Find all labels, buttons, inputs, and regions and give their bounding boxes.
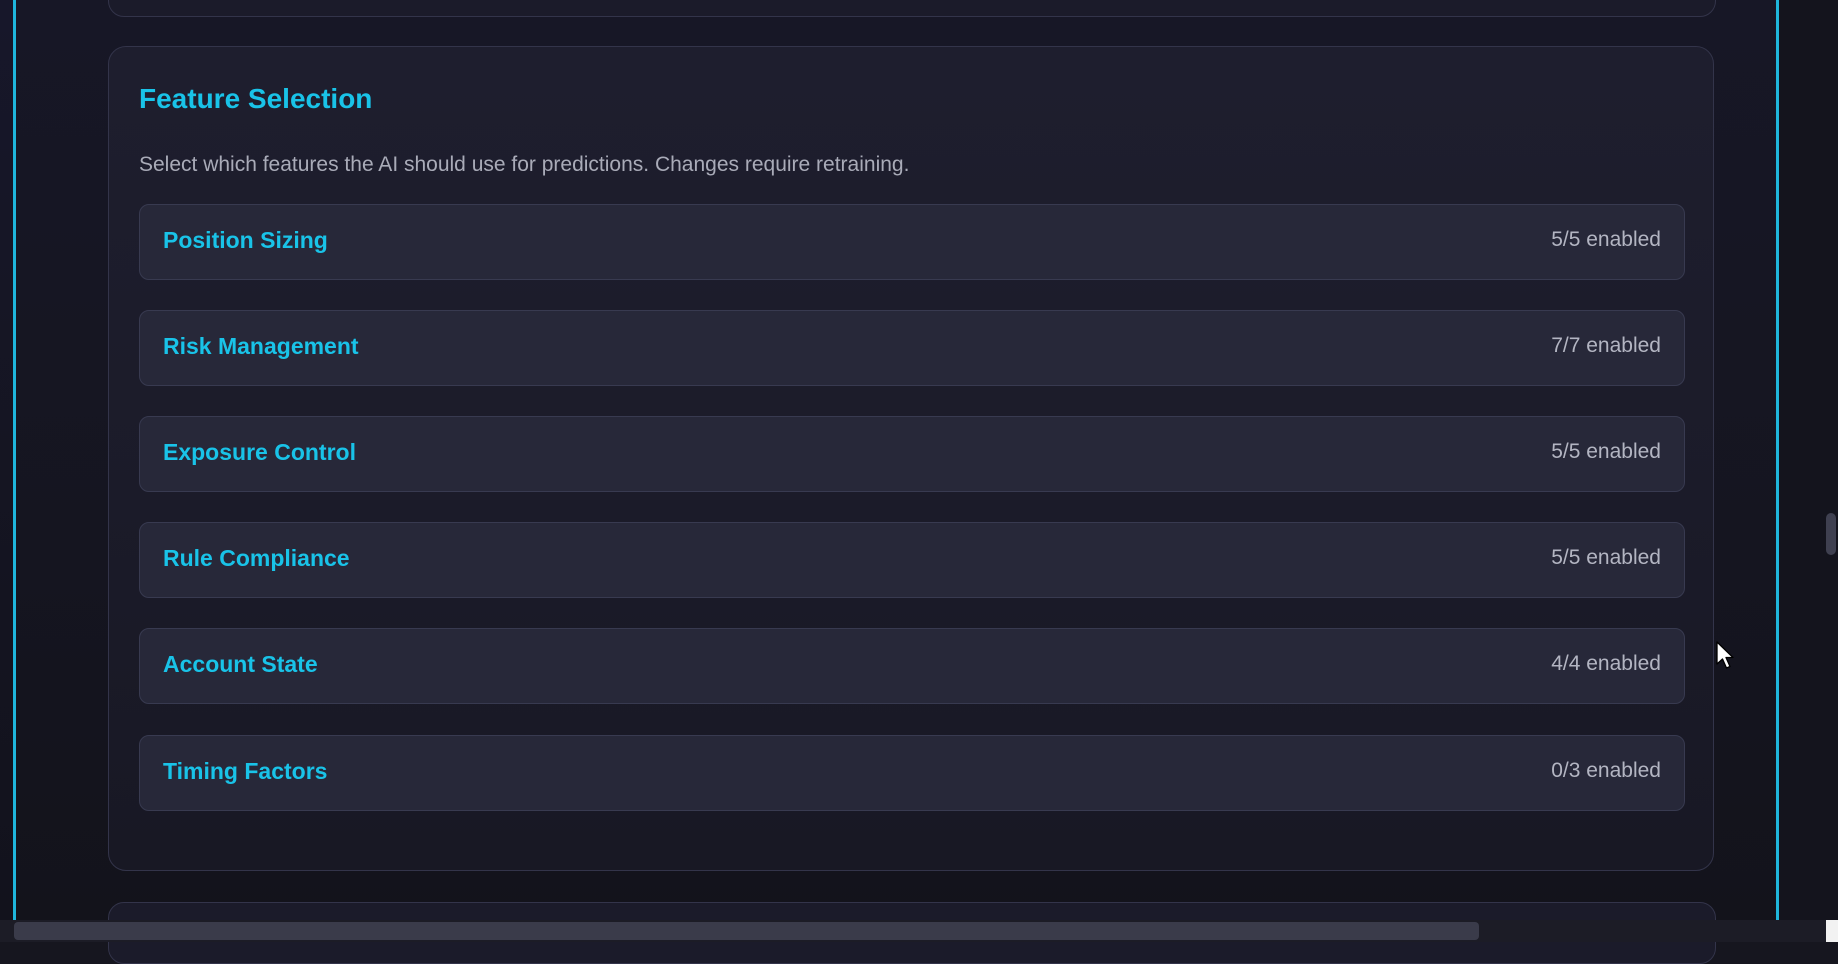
feature-group-risk-management[interactable]: Risk Management 7/7 enabled [139, 310, 1685, 386]
feature-group-name: Risk Management [163, 333, 359, 359]
previous-section-card [108, 0, 1716, 17]
feature-group-count: 0/3 enabled [1551, 759, 1661, 782]
feature-group-count: 7/7 enabled [1551, 334, 1661, 357]
horizontal-scrollbar-thumb[interactable] [14, 922, 1479, 940]
feature-group-rule-compliance[interactable]: Rule Compliance 5/5 enabled [139, 522, 1685, 598]
feature-group-name: Account State [163, 651, 318, 677]
feature-group-name: Rule Compliance [163, 545, 350, 571]
feature-group-name: Timing Factors [163, 758, 328, 784]
scrollbar-corner [1826, 920, 1838, 942]
app-viewport: Feature Selection Select which features … [0, 0, 1838, 964]
mouse-pointer-icon [1716, 641, 1734, 669]
feature-group-exposure-control[interactable]: Exposure Control 5/5 enabled [139, 416, 1685, 492]
feature-group-name: Exposure Control [163, 439, 356, 465]
feature-group-count: 5/5 enabled [1551, 228, 1661, 251]
feature-group-position-sizing[interactable]: Position Sizing 5/5 enabled [139, 204, 1685, 280]
feature-selection-card: Feature Selection Select which features … [108, 46, 1714, 871]
vertical-scrollbar-thumb[interactable] [1826, 513, 1836, 555]
feature-group-count: 5/5 enabled [1551, 546, 1661, 569]
feature-group-count: 5/5 enabled [1551, 440, 1661, 463]
main-content: Feature Selection Select which features … [16, 0, 1776, 964]
feature-group-timing-factors[interactable]: Timing Factors 0/3 enabled [139, 735, 1685, 811]
feature-group-account-state[interactable]: Account State 4/4 enabled [139, 628, 1685, 704]
frame-accent-line-left [13, 0, 16, 920]
feature-selection-description: Select which features the AI should use … [139, 153, 910, 176]
feature-selection-title: Feature Selection [139, 83, 373, 114]
outer-right-gutter [1779, 0, 1838, 942]
feature-group-name: Position Sizing [163, 227, 328, 253]
feature-group-count: 4/4 enabled [1551, 652, 1661, 675]
